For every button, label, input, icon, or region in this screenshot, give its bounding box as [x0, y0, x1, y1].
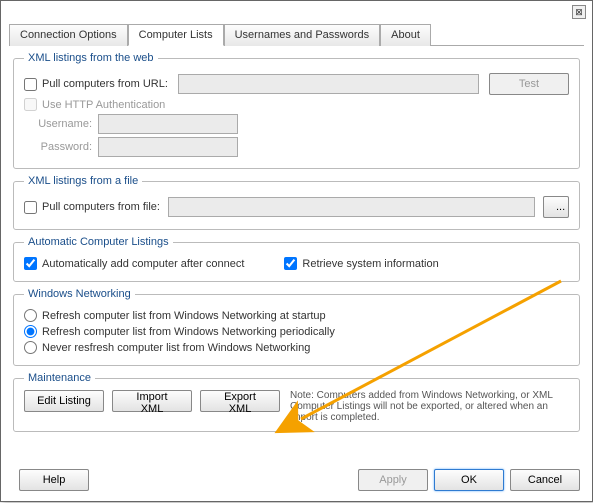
tab-content: XML listings from the web Pull computers… [1, 46, 592, 432]
dialog-window: ⊠ Connection Options Computer Lists User… [0, 0, 593, 502]
input-file-path[interactable] [168, 197, 535, 217]
input-password [98, 137, 238, 157]
button-cancel[interactable]: Cancel [510, 469, 580, 491]
group-maintenance: Maintenance Edit Listing Import XML Expo… [13, 372, 580, 432]
group-auto-listings: Automatic Computer Listings Automaticall… [13, 236, 580, 282]
label-password: Password: [24, 141, 98, 153]
legend-xml-web: XML listings from the web [24, 52, 158, 64]
legend-auto-listings: Automatic Computer Listings [24, 236, 173, 248]
label-refresh-never: Never resfresh computer list from Window… [42, 342, 310, 354]
button-apply[interactable]: Apply [358, 469, 428, 491]
legend-windows-networking: Windows Networking [24, 288, 135, 300]
button-ok[interactable]: OK [434, 469, 504, 491]
radio-refresh-periodic[interactable] [24, 325, 37, 338]
label-username: Username: [24, 118, 98, 130]
tab-connection-options[interactable]: Connection Options [9, 24, 128, 46]
input-url[interactable] [178, 74, 479, 94]
button-test[interactable]: Test [489, 73, 569, 95]
button-import-xml[interactable]: Import XML [112, 390, 192, 412]
label-http-auth: Use HTTP Authentication [42, 99, 165, 111]
radio-refresh-startup[interactable] [24, 309, 37, 322]
button-help[interactable]: Help [19, 469, 89, 491]
checkbox-pull-file[interactable] [24, 201, 37, 214]
label-refresh-periodic: Refresh computer list from Windows Netwo… [42, 326, 335, 338]
dialog-footer: Help Apply OK Cancel [13, 469, 580, 491]
button-browse-file[interactable]: ... [543, 196, 569, 218]
checkbox-retrieve-sysinfo[interactable] [284, 257, 297, 270]
tab-about[interactable]: About [380, 24, 431, 46]
label-pull-url: Pull computers from URL: [42, 78, 168, 90]
legend-maintenance: Maintenance [24, 372, 95, 384]
maintenance-note: Note: Computers added from Windows Netwo… [280, 390, 569, 423]
legend-xml-file: XML listings from a file [24, 175, 142, 187]
label-refresh-startup: Refresh computer list from Windows Netwo… [42, 310, 326, 322]
input-username [98, 114, 238, 134]
label-retrieve-sysinfo: Retrieve system information [302, 258, 438, 270]
checkbox-add-after-connect[interactable] [24, 257, 37, 270]
group-xml-web: XML listings from the web Pull computers… [13, 52, 580, 169]
button-export-xml[interactable]: Export XML [200, 390, 280, 412]
radio-refresh-never[interactable] [24, 341, 37, 354]
tab-computer-lists[interactable]: Computer Lists [128, 24, 224, 46]
label-pull-file: Pull computers from file: [42, 201, 160, 213]
checkbox-pull-url[interactable] [24, 78, 37, 91]
group-xml-file: XML listings from a file Pull computers … [13, 175, 580, 230]
checkbox-http-auth [24, 98, 37, 111]
group-windows-networking: Windows Networking Refresh computer list… [13, 288, 580, 366]
tab-bar: Connection Options Computer Lists Userna… [9, 23, 584, 46]
close-icon[interactable]: ⊠ [572, 5, 586, 19]
tab-usernames-passwords[interactable]: Usernames and Passwords [224, 24, 381, 46]
button-edit-listing[interactable]: Edit Listing [24, 390, 104, 412]
label-add-after-connect: Automatically add computer after connect [42, 258, 244, 270]
